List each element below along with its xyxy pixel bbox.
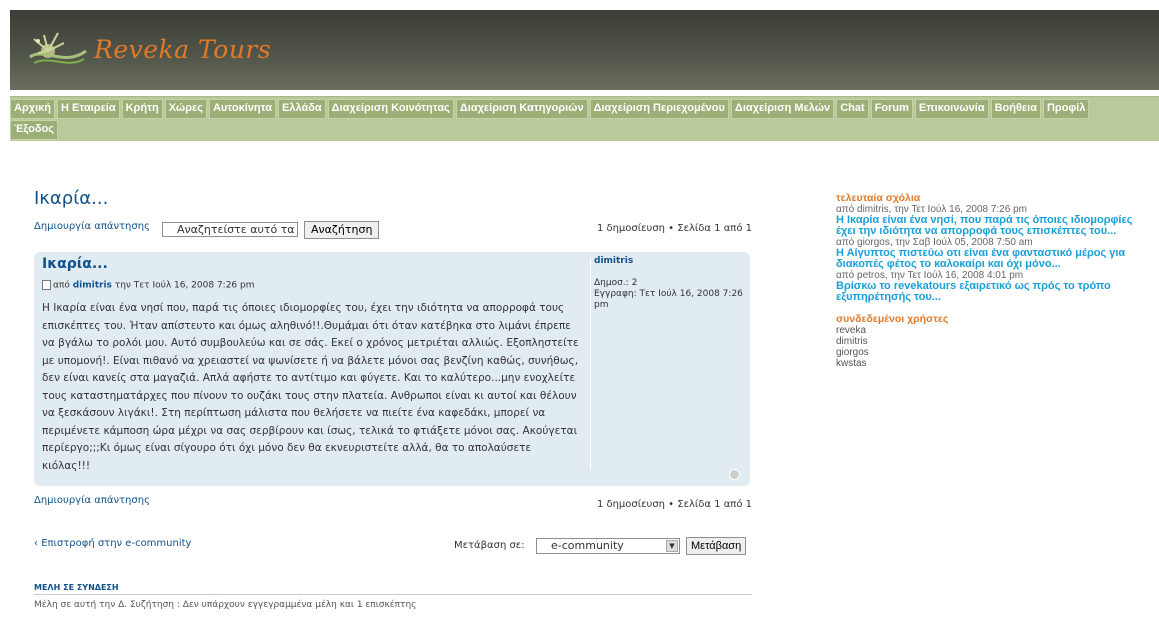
joined-label: Εγγραφη:	[594, 289, 637, 299]
jump-button[interactable]: Μετάβαση	[686, 537, 747, 555]
recent-comments-heading: τελευταία σχόλια	[836, 192, 921, 204]
forum-post: Ικαρία... από dimitris την Τετ Ιούλ 16, …	[34, 252, 750, 486]
comment-meta: από giorgos, την Σαβ Ιούλ 05, 2008 7:50 …	[836, 237, 1033, 248]
online-users-heading: συνδεδεμένοι χρήστες	[836, 313, 949, 325]
post-reply-link-bottom[interactable]: Δημιουργία απάντησης	[34, 495, 150, 506]
palm-logo-icon	[29, 32, 87, 64]
main-navigation: Αρχική Η Εταιρεία Κρήτη Χώρες Αυτοκίνητα Ελλά…	[10, 96, 1159, 141]
nav-item[interactable]: Διαχείριση Μελών	[730, 99, 835, 119]
comment-link[interactable]: Βρίσκω το revekatours εξαιρετικό ως πρός…	[836, 281, 1156, 292]
topic-search-input[interactable]: Αναζητείστε αυτό τα	[162, 222, 298, 237]
brand-name: Reveka Tours	[94, 34, 272, 64]
author-prefix: από	[53, 280, 70, 291]
nav-item[interactable]: Χώρες	[164, 99, 207, 119]
posts-value: 2	[631, 278, 638, 288]
return-link[interactable]: ‹ Επιστροφή στην e-community	[34, 538, 191, 549]
jump-bar: ‹ Επιστροφή στην e-community Μετάβαση σε…	[34, 536, 752, 560]
online-user[interactable]: dimitris	[836, 336, 1156, 347]
online-text: Μέλη σε αυτή την Δ. Συζήτηση : Δεν υπάρχ…	[34, 600, 417, 610]
profile-name[interactable]: dimitris	[594, 256, 744, 266]
comment-link[interactable]: διακοπές φέτος το καλοκαίρι και όχι μόνο…	[836, 259, 1156, 270]
nav-item[interactable]: Αυτοκίνητα	[208, 99, 277, 119]
profile-posts: Δημοσ.: 2	[594, 278, 744, 289]
online-users-list: reveka dimitris giorgos kwstas	[836, 325, 1156, 369]
online-user[interactable]: kwstas	[836, 358, 1156, 369]
post-author-line: από dimitris την Τετ Ιούλ 16, 2008 7:26 …	[42, 280, 255, 291]
post-profile: dimitris Δημοσ.: 2 Εγγραφη: Τετ Ιούλ 16,…	[594, 256, 744, 311]
topic-action-bar: Δημιουργία απάντησης Αναζητείστε αυτό τα…	[34, 218, 752, 242]
comment-link[interactable]: εξυπηρέτησής του...	[836, 292, 1156, 303]
nav-item[interactable]: Η Εταιρεία	[57, 99, 120, 119]
nav-item[interactable]: Προφίλ	[1042, 99, 1090, 119]
nav-item[interactable]: Διαχείριση Περιεχομένου	[589, 99, 729, 119]
comment-link[interactable]: έχει την ιδιότητα να απορροφά τους επισκ…	[836, 226, 1156, 237]
post-reply-link[interactable]: Δημιουργία απάντησης	[34, 221, 150, 232]
return-link-label: Επιστροφή στην e-community	[41, 538, 192, 549]
nav-item[interactable]: Διαχείριση Κατηγοριών	[455, 99, 588, 119]
nav-item[interactable]: Επικοινωνία	[914, 99, 989, 119]
topic-title[interactable]: Ικαρία...	[34, 188, 752, 209]
post-date: την Τετ Ιούλ 16, 2008 7:26 pm	[114, 280, 255, 291]
divider	[34, 594, 752, 595]
post-divider	[590, 258, 591, 470]
online-user[interactable]: giorgos	[836, 347, 1156, 358]
recent-comments-list: από dimitris, την Τετ Ιούλ 16, 2008 7:26…	[836, 204, 1156, 303]
post-title[interactable]: Ικαρία...	[42, 256, 108, 272]
post-body: Η Ικαρία είναι ένα νησί που, παρά τις όπ…	[42, 302, 579, 472]
post-author-name[interactable]: dimitris	[73, 281, 112, 291]
nav-item[interactable]: Chat	[836, 99, 869, 119]
back-to-top-icon[interactable]	[729, 469, 740, 480]
posts-label: Δημοσ.:	[594, 278, 629, 288]
search-button[interactable]: Αναζήτηση	[304, 221, 380, 239]
post-icon	[42, 280, 51, 290]
nav-item[interactable]: Αρχική	[10, 99, 55, 119]
pagination-info-bottom: 1 δημοσίευση • Σελίδα 1 από 1	[596, 499, 752, 510]
chevron-down-icon[interactable]: ▼	[666, 540, 678, 552]
online-heading: ΜΕΛΗ ΣΕ ΣΥΝΔΕΣΗ	[34, 583, 119, 592]
jump-label: Μετάβαση σε:	[454, 540, 525, 551]
comment-link[interactable]: Η Ικαρία είναι ένα νησί, που παρά τις όπ…	[836, 215, 1156, 226]
nav-item[interactable]: Κρήτη	[121, 99, 163, 119]
sidebar: τελευταία σχόλια από dimitris, την Τετ Ι…	[836, 192, 1156, 369]
nav-row: Έξοδος	[10, 120, 1159, 140]
logo[interactable]: Reveka Tours	[24, 24, 271, 74]
nav-item[interactable]: Διαχείριση Κοινότητας	[327, 99, 454, 119]
nav-item[interactable]: Ελλάδα	[278, 99, 326, 119]
nav-row: Αρχική Η Εταιρεία Κρήτη Χώρες Αυτοκίνητα Ελλά…	[10, 99, 1159, 119]
profile-joined: Εγγραφη: Τετ Ιούλ 16, 2008 7:26 pm	[594, 289, 744, 311]
site-header: Reveka Tours	[10, 10, 1159, 90]
bottom-action-bar: Δημιουργία απάντησης 1 δημοσίευση • Σελί…	[34, 491, 752, 511]
comment-link[interactable]: Η Αίγυπτος πιστεύω οτι είναι ένα φανταστ…	[836, 248, 1156, 259]
pagination-info: 1 δημοσίευση • Σελίδα 1 από 1	[596, 223, 752, 234]
comment-meta: από dimitris, την Τετ Ιούλ 16, 2008 7:26…	[836, 204, 1027, 215]
jump-selected: e-community	[551, 539, 624, 552]
comment-meta: από petros, την Τετ Ιούλ 16, 2008 4:01 p…	[836, 270, 1024, 281]
forum-jump-select[interactable]: e-community ▼	[536, 538, 680, 554]
online-user[interactable]: reveka	[836, 325, 1156, 336]
nav-item[interactable]: Forum	[870, 99, 913, 119]
topic-main: Ικαρία... Δημιουργία απάντησης Αναζητείσ…	[34, 188, 752, 610]
nav-item[interactable]: Βοήθεια	[990, 99, 1041, 119]
nav-item-logout[interactable]: Έξοδος	[10, 120, 58, 140]
